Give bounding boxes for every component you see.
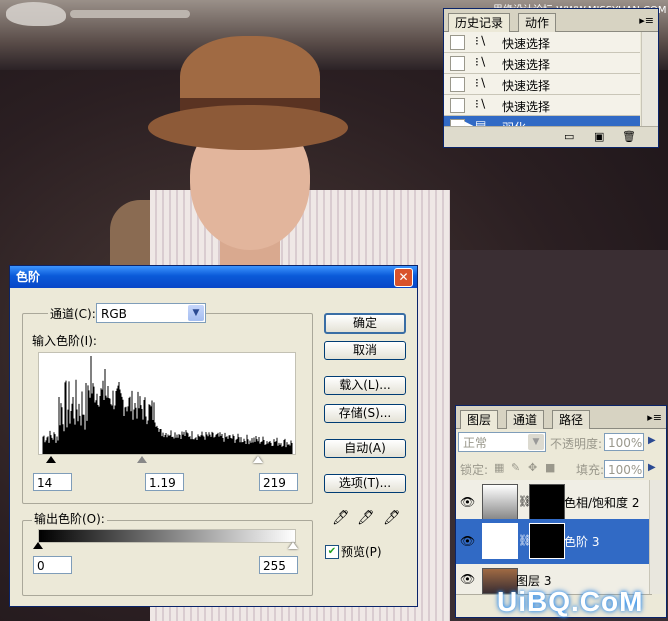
lock-position-icon[interactable]: ✥ (528, 461, 537, 474)
history-snapshot-checkbox[interactable] (450, 98, 465, 113)
input-gamma-slider[interactable] (137, 456, 147, 463)
eye-icon[interactable]: 👁 (460, 572, 475, 586)
history-footer: ▭ ▣ 🗑 (444, 126, 658, 147)
chevron-down-icon: ▼ (528, 434, 544, 450)
layer-row-selected[interactable]: 👁 ⛓ 色阶 3 (456, 519, 652, 565)
fill-label: 填充: (576, 463, 605, 477)
chevron-down-icon: ▼ (188, 305, 204, 321)
input-white-slider[interactable] (253, 456, 263, 463)
lock-paint-icon[interactable]: ✎ (511, 461, 520, 474)
opacity-slider-arrow-icon[interactable]: ▶ (648, 435, 656, 446)
quick-select-icon: ⁝∖ (475, 97, 487, 111)
input-gamma-field[interactable]: 1.19 (145, 473, 184, 491)
layer-mask-thumbnail (529, 523, 565, 559)
layer-name: 色阶 3 (564, 535, 600, 549)
trash-icon[interactable]: 🗑 (622, 130, 636, 143)
tab-actions[interactable]: 动作 (518, 13, 557, 32)
hat-brim (148, 105, 348, 150)
input-levels-label: 输入色阶(I): (32, 334, 97, 348)
lock-all-icon[interactable]: ■ (545, 461, 555, 474)
history-panel-tabs: 历史记录 动作 ▸≡ (444, 9, 658, 32)
levels-histogram-thumbnail (482, 523, 518, 559)
tab-paths[interactable]: 路径 (552, 410, 591, 429)
output-white-field[interactable]: 255 (259, 556, 298, 574)
close-icon[interactable]: ✕ (394, 268, 413, 287)
tab-channels[interactable]: 通道 (506, 410, 545, 429)
lock-transparency-icon[interactable]: ▦ (494, 461, 504, 474)
tab-layers[interactable]: 图层 (460, 410, 499, 429)
histogram-graph (42, 356, 293, 454)
blend-mode-value: 正常 (463, 436, 488, 450)
new-snapshot-icon[interactable]: ▣ (594, 130, 604, 143)
tab-history[interactable]: 历史记录 (448, 13, 511, 32)
gray-eyedropper-icon[interactable]: 🖊 (357, 510, 375, 526)
eye-icon[interactable]: 👁 (460, 495, 475, 509)
history-item[interactable]: ⁝∖ 快速选择 (444, 74, 640, 95)
save-button[interactable]: 存储(S)... (324, 404, 406, 423)
layer-mask-thumbnail (529, 484, 565, 520)
blend-mode-select[interactable]: 正常 ▼ (458, 432, 546, 452)
channel-select[interactable]: RGB ▼ (96, 303, 206, 323)
history-snapshot-checkbox[interactable] (450, 77, 465, 92)
output-black-slider[interactable] (33, 542, 43, 549)
preview-label: 预览(P) (341, 545, 382, 559)
history-item-label: 快速选择 (502, 58, 551, 72)
eye-icon[interactable]: 👁 (460, 534, 475, 548)
fill-slider-arrow-icon[interactable]: ▶ (648, 462, 656, 473)
output-gradient-bar (38, 529, 296, 543)
history-item[interactable]: ⁝∖ 快速选择 (444, 32, 640, 53)
history-snapshot-checkbox[interactable] (450, 56, 465, 71)
history-item-label: 快速选择 (502, 100, 551, 114)
options-button[interactable]: 选项(T)... (324, 474, 406, 493)
dialog-title: 色阶 (16, 270, 41, 284)
input-white-field[interactable]: 219 (259, 473, 298, 491)
channel-select-value: RGB (101, 307, 127, 321)
hood-ornament (6, 2, 66, 26)
layer-name: 色相/饱和度 2 (564, 496, 640, 510)
white-eyedropper-icon[interactable]: 🖊 (383, 510, 401, 526)
new-document-icon[interactable]: ▭ (564, 130, 574, 143)
panel-menu-icon[interactable]: ▸≡ (639, 14, 654, 27)
output-levels-label: 输出色阶(O): (32, 510, 107, 527)
auto-button[interactable]: 自动(A) (324, 439, 406, 458)
opacity-field[interactable]: 100% (604, 433, 644, 451)
opacity-label: 不透明度: (550, 437, 603, 451)
input-black-slider[interactable] (46, 456, 56, 463)
output-black-field[interactable]: 0 (33, 556, 72, 574)
history-scrollbar[interactable] (641, 32, 658, 127)
quick-select-icon: ⁝∖ (475, 34, 487, 48)
layers-panel-tabs: 图层 通道 路径 ▸≡ (456, 406, 666, 429)
quick-select-icon: ⁝∖ (475, 55, 487, 69)
histogram (38, 352, 296, 455)
panel-menu-icon[interactable]: ▸≡ (647, 411, 662, 424)
fill-field[interactable]: 100% (604, 460, 644, 478)
output-white-slider[interactable] (288, 542, 298, 549)
preview-checkbox[interactable]: ✔ (325, 545, 339, 559)
layers-scrollbar[interactable] (649, 480, 666, 594)
history-snapshot-checkbox[interactable] (450, 35, 465, 50)
channel-label: 通道(C): (48, 305, 98, 322)
cancel-button[interactable]: 取消 (324, 341, 406, 360)
quick-select-icon: ⁝∖ (475, 76, 487, 90)
history-item-label: 快速选择 (502, 37, 551, 51)
history-panel: 历史记录 动作 ▸≡ ⁝∖ 快速选择 ⁝∖ 快速选择 ⁝∖ 快速选择 ⁝∖ 快速… (443, 8, 659, 148)
ok-button[interactable]: 确定 (324, 313, 406, 334)
history-item[interactable]: ⁝∖ 快速选择 (444, 53, 640, 74)
input-black-field[interactable]: 14 (33, 473, 72, 491)
levels-title-bar[interactable]: 色阶 ✕ (10, 266, 417, 288)
lock-label: 锁定: (460, 463, 489, 477)
load-button[interactable]: 载入(L)... (324, 376, 406, 395)
watermark-bottom: UiBQ.CoM (497, 586, 644, 617)
chrome-trim (70, 10, 190, 18)
history-item[interactable]: ⁝∖ 快速选择 (444, 95, 640, 116)
adjustment-thumbnail (482, 484, 518, 520)
history-item-label: 快速选择 (502, 79, 551, 93)
black-eyedropper-icon[interactable]: 🖊 (332, 510, 350, 526)
